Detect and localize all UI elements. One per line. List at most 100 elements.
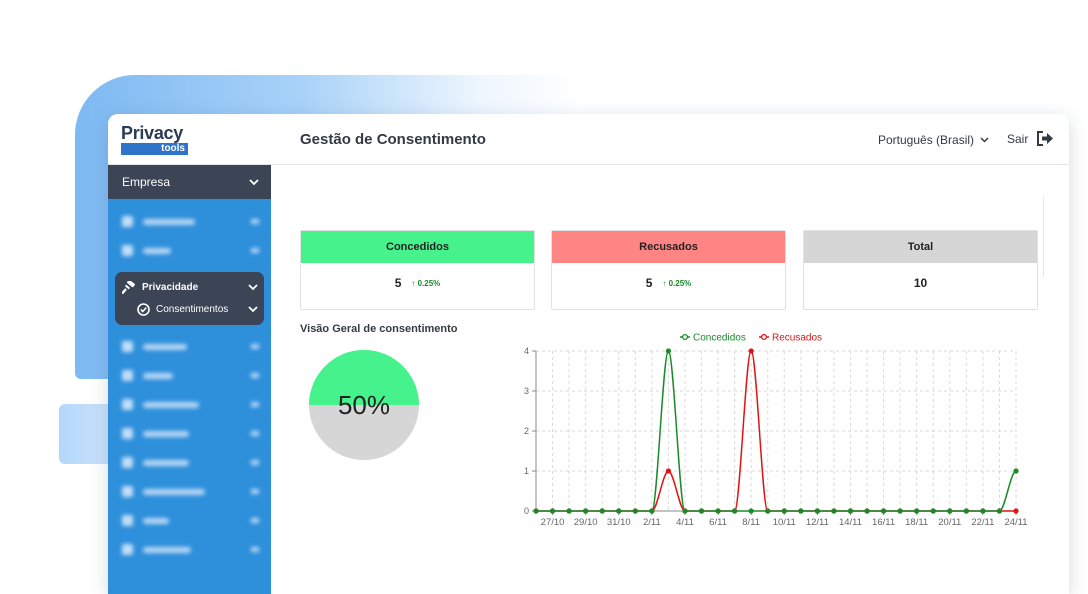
- data-point-refused: [1013, 508, 1019, 514]
- legend-label-refused: Recusados: [772, 333, 822, 344]
- data-point-granted: [583, 508, 589, 514]
- delta-value: 0.25%: [668, 278, 692, 288]
- sidebar-item-blurred[interactable]: [108, 361, 271, 390]
- chevron-down-icon: [248, 283, 258, 290]
- data-point-granted: [698, 508, 705, 514]
- sidebar-item-blurred[interactable]: [108, 419, 271, 448]
- x-tick-label: 6/11: [709, 517, 727, 528]
- y-tick-label: 1: [524, 466, 529, 476]
- sidebar-item-blurred[interactable]: [108, 535, 271, 564]
- x-tick-label: 14/11: [839, 517, 862, 528]
- legend-marker-dot: [760, 333, 768, 341]
- x-tick-label: 16/11: [872, 517, 895, 528]
- logo-text: Privacy: [121, 123, 183, 143]
- card-value: 5: [394, 276, 402, 290]
- sidebar-item-blurred[interactable]: [108, 390, 271, 419]
- gavel-icon: [122, 280, 135, 294]
- legend-marker-dot: [681, 333, 689, 341]
- sidebar-item-consents[interactable]: Consentimentos: [115, 298, 264, 320]
- sidebar-item-blurred[interactable]: [108, 236, 271, 265]
- data-point-granted: [914, 508, 920, 514]
- data-point-granted: [814, 508, 820, 514]
- logout-button[interactable]: Sair: [1007, 131, 1054, 146]
- card-body: 10: [804, 263, 1037, 303]
- card-refused: Recusados 5 ↑ 0.25%: [551, 230, 786, 310]
- sidebar-item-blurred[interactable]: [108, 477, 271, 506]
- card-delta: ↑ 0.25%: [411, 278, 441, 288]
- data-point-granted: [1013, 468, 1019, 474]
- data-point-granted: [616, 508, 622, 514]
- x-tick-label: 31/10: [607, 517, 631, 528]
- top-bar: Privacy tools Gestão de Consentimento Po…: [108, 114, 1069, 165]
- line-chart: 0 1 2 3 4 27/10 29/10 31/10 2/11 4/11 6/11 8/11 10/1…: [524, 333, 1028, 529]
- data-point-refused: [665, 468, 672, 474]
- card-header: Concedidos: [301, 231, 534, 263]
- sidebar-item-label: Privacidade: [142, 281, 199, 293]
- sidebar: Empresa Privacidade Consentimentos: [108, 165, 271, 594]
- x-tick-label: 29/10: [574, 517, 598, 528]
- check-circle-icon: [137, 302, 150, 316]
- data-point-granted: [549, 508, 556, 514]
- data-point-granted: [864, 508, 870, 514]
- logout-icon: [1037, 131, 1054, 146]
- data-point-granted: [930, 508, 936, 514]
- card-header: Recusados: [552, 231, 785, 263]
- x-tick-label: 10/11: [773, 517, 796, 528]
- x-tick-label: 2/11: [643, 517, 661, 528]
- data-point-granted: [748, 508, 754, 514]
- x-tick-label: 24/11: [1004, 517, 1027, 528]
- legend-label-granted: Concedidos: [693, 333, 746, 344]
- data-point-granted: [996, 508, 1003, 514]
- sidebar-group-privacy: Privacidade Consentimentos: [115, 272, 264, 325]
- x-tick-label: 27/10: [541, 517, 565, 528]
- delta-value: 0.25%: [417, 278, 441, 288]
- content-divider: [1043, 196, 1044, 278]
- sidebar-item-blurred[interactable]: [108, 332, 271, 361]
- data-point-granted: [980, 508, 986, 514]
- data-point-granted: [566, 508, 572, 514]
- data-point-granted: [715, 508, 721, 514]
- sidebar-item-blurred[interactable]: [108, 207, 271, 236]
- card-header: Total: [804, 231, 1037, 263]
- card-delta: ↑ 0.25%: [662, 278, 692, 288]
- sidebar-item-privacy[interactable]: Privacidade: [115, 276, 264, 298]
- pie-percentage: 50%: [337, 389, 391, 420]
- chevron-down-icon: [249, 178, 259, 185]
- card-value: 5: [645, 276, 653, 290]
- card-body: 5 ↑ 0.25%: [552, 263, 785, 303]
- data-point-granted: [798, 508, 804, 514]
- data-point-granted: [632, 508, 638, 514]
- y-tick-label: 4: [524, 346, 529, 356]
- chevron-down-icon: [980, 137, 989, 143]
- sidebar-item-blurred[interactable]: [108, 506, 271, 535]
- y-tick-label: 3: [524, 386, 529, 396]
- data-point-granted: [880, 508, 887, 514]
- overview-title: Visão Geral de consentimento: [300, 323, 458, 335]
- sidebar-item-label: Consentimentos: [156, 303, 229, 315]
- app-window: Privacy tools Gestão de Consentimento Po…: [108, 114, 1069, 594]
- company-label: Empresa: [122, 175, 171, 189]
- pie-chart: 50%: [308, 349, 420, 461]
- page-title: Gestão de Consentimento: [300, 131, 486, 148]
- data-point-granted: [665, 348, 672, 354]
- data-point-granted: [765, 508, 771, 514]
- data-point-granted: [963, 508, 969, 514]
- data-point-granted: [533, 508, 539, 514]
- x-tick-label: 12/11: [806, 517, 829, 528]
- data-point-granted: [732, 508, 738, 514]
- data-point-granted: [831, 508, 837, 514]
- language-select[interactable]: Português (Brasil): [878, 133, 989, 147]
- y-tick-label: 0: [524, 506, 529, 516]
- logout-label: Sair: [1007, 131, 1029, 146]
- sidebar-item-blurred[interactable]: [108, 448, 271, 477]
- company-select[interactable]: Empresa: [108, 165, 271, 199]
- data-point-granted: [682, 508, 688, 514]
- data-point-granted: [847, 508, 854, 514]
- y-tick-label: 2: [524, 426, 529, 436]
- data-point-granted: [897, 508, 903, 514]
- data-point-refused: [748, 348, 754, 354]
- logo[interactable]: Privacy tools: [121, 123, 191, 155]
- data-point-granted: [781, 508, 787, 514]
- card-total: Total 10: [803, 230, 1038, 310]
- card-value: 10: [913, 276, 928, 290]
